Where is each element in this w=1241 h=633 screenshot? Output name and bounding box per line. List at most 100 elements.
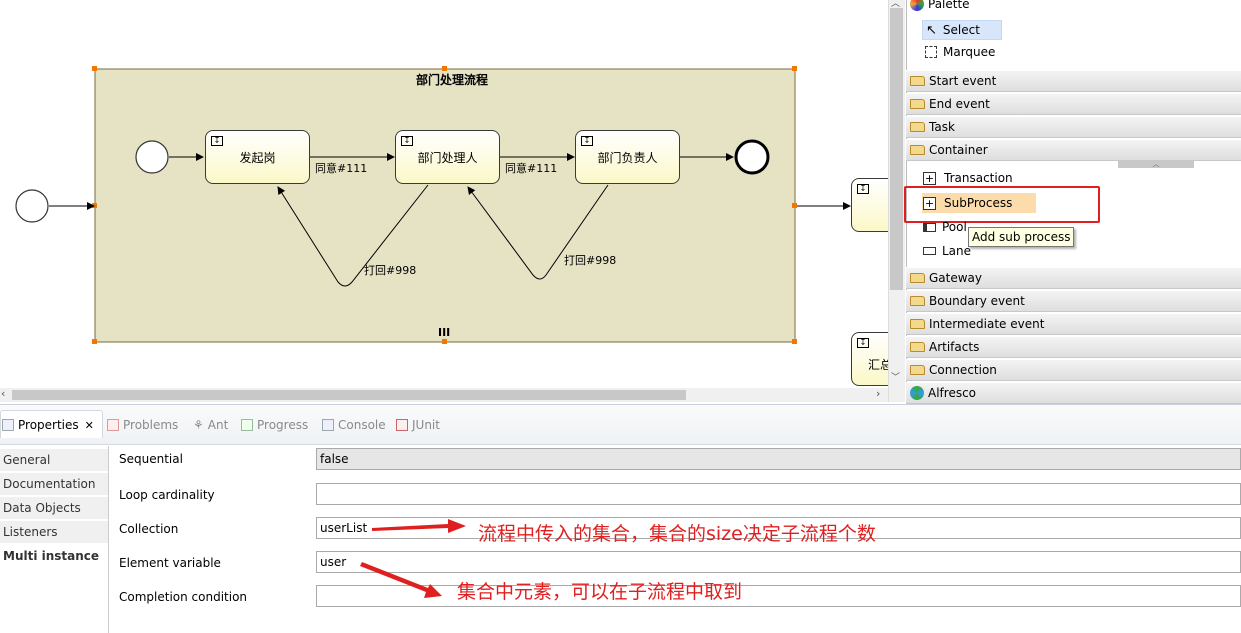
palette-item-transaction[interactable]: + Transaction <box>923 171 1013 185</box>
tool-label: Transaction <box>944 171 1013 185</box>
drawer-intermediate-event[interactable]: Intermediate event <box>906 313 1241 335</box>
ant-icon: ⚘ <box>193 418 204 432</box>
tab-junit[interactable]: JUnit <box>396 418 440 432</box>
drawer-label: Boundary event <box>929 294 1025 308</box>
tab-console[interactable]: Console <box>322 418 386 432</box>
tab-label: Progress <box>257 418 309 432</box>
annotation-collection-note: 流程中传入的集合，集合的size决定子流程个数 <box>478 523 876 545</box>
tab-label: JUnit <box>412 418 440 432</box>
flow-label-reject: 打回#998 <box>564 254 617 267</box>
canvas-horizontal-scroll-thumb[interactable] <box>12 390 686 400</box>
drawer-label: Start event <box>929 74 997 88</box>
task-partial-right-1[interactable]: ↧ <box>851 178 888 232</box>
tool-label: Lane <box>942 244 972 258</box>
sidebar-item-general[interactable]: General <box>0 449 108 472</box>
tool-label: Select <box>942 23 980 37</box>
folder-icon <box>910 365 925 375</box>
task-label: 汇总 <box>868 357 888 372</box>
console-icon <box>322 419 334 431</box>
flow-label-reject: 打回#998 <box>364 264 417 277</box>
drawer-label: Intermediate event <box>929 317 1045 331</box>
view-tab-bar <box>0 405 1241 445</box>
tab-ant[interactable]: ⚘ Ant <box>193 418 228 432</box>
task-dept-handler[interactable]: ↧ 部门处理人 <box>395 130 500 184</box>
drawer-boundary-event[interactable]: Boundary event <box>906 290 1241 312</box>
flow-label-agree: 同意#111 <box>505 162 558 175</box>
folder-icon <box>910 319 925 329</box>
folder-icon <box>910 76 925 86</box>
drawer-artifacts[interactable]: Artifacts <box>906 336 1241 358</box>
multi-instance-icon: ↧ <box>581 136 593 146</box>
multi-instance-icon: ↧ <box>857 338 869 348</box>
drawer-alfresco[interactable]: Alfresco <box>906 382 1241 404</box>
sidebar-item-listeners[interactable]: Listeners <box>0 521 108 544</box>
inner-end-event <box>734 139 770 175</box>
tab-label: Properties <box>18 418 79 432</box>
drawer-label: End event <box>929 97 990 111</box>
loop-cardinality-field[interactable] <box>316 483 1241 505</box>
drawer-start-event[interactable]: Start event <box>906 70 1241 92</box>
task-dept-manager[interactable]: ↧ 部门负责人 <box>575 130 680 184</box>
scroll-right-arrow-icon[interactable]: › <box>876 387 880 400</box>
multi-instance-icon: ↧ <box>857 184 869 194</box>
drawer-task[interactable]: Task <box>906 116 1241 138</box>
tab-label: Problems <box>123 418 179 432</box>
drawer-connection[interactable]: Connection <box>906 359 1241 381</box>
palette-item-pool[interactable]: Pool <box>923 220 967 234</box>
task-initiator[interactable]: ↧ 发起岗 <box>205 130 310 184</box>
sequential-field[interactable]: false <box>316 448 1241 470</box>
task-summary[interactable]: ↧ 汇总 <box>851 332 888 386</box>
sidebar-item-documentation[interactable]: Documentation <box>0 473 108 496</box>
flow-label-agree: 同意#111 <box>315 162 368 175</box>
drawer-label: Task <box>929 120 955 134</box>
junit-icon <box>396 419 408 431</box>
folder-icon <box>910 122 925 132</box>
folder-icon <box>910 342 925 352</box>
folder-icon <box>910 99 925 109</box>
label-element-variable: Element variable <box>119 556 221 570</box>
palette-item-lane[interactable]: Lane <box>923 244 971 258</box>
drawer-label: Artifacts <box>929 340 980 354</box>
task-label: 发起岗 <box>239 150 276 165</box>
problems-icon <box>107 419 119 431</box>
drawer-label: Alfresco <box>928 386 977 400</box>
close-icon[interactable]: ✕ <box>85 419 94 432</box>
properties-icon <box>2 419 14 431</box>
lane-icon <box>923 247 936 255</box>
palette-tool-select[interactable]: ↖ Select <box>922 20 1002 40</box>
drawer-end-event[interactable]: End event <box>906 93 1241 115</box>
subprocess-title: 部门处理流程 <box>416 73 489 87</box>
marquee-icon <box>925 46 937 58</box>
drawer-gateway[interactable]: Gateway <box>906 267 1241 289</box>
palette-tool-marquee[interactable]: Marquee <box>925 45 995 59</box>
scroll-down-arrow-icon[interactable]: ﹀ <box>891 370 900 383</box>
multi-instance-icon: ↧ <box>211 136 223 146</box>
inner-start-event <box>135 140 169 174</box>
sidebar-item-data-objects[interactable]: Data Objects <box>0 497 108 520</box>
arrow-cursor-icon: ↖ <box>926 22 937 38</box>
task-label: 部门负责人 <box>597 150 658 165</box>
folder-icon <box>910 296 925 306</box>
canvas-vertical-scroll-thumb[interactable] <box>890 8 903 290</box>
drawer-scroll-up-icon[interactable]: ︿ <box>1118 161 1194 168</box>
tab-progress[interactable]: Progress <box>241 418 308 432</box>
tool-label: Pool <box>942 220 967 234</box>
palette-title: Palette <box>928 0 970 11</box>
folder-open-icon <box>910 145 925 155</box>
folder-icon <box>910 273 925 283</box>
sidebar-item-multi-instance[interactable]: Multi instance <box>0 545 108 568</box>
transaction-icon: + <box>923 171 936 185</box>
scroll-up-arrow-icon[interactable]: ︿ <box>891 0 900 9</box>
drawer-container[interactable]: Container <box>906 139 1241 161</box>
tool-label: Marquee <box>943 45 996 59</box>
drawer-label: Container <box>929 143 988 157</box>
diagram-canvas[interactable]: 部门处理流程 ↧ 发起岗 ↧ 部门处理人 ↧ 部门负责人 ↧ ↧ 汇总 同意#1… <box>0 0 888 388</box>
drawer-label: Gateway <box>929 271 983 285</box>
drawer-label: Connection <box>929 363 997 377</box>
tooltip: Add sub process <box>968 227 1075 247</box>
scroll-left-arrow-icon[interactable]: ‹ <box>1 387 5 400</box>
tab-label: Console <box>338 418 386 432</box>
subprocess-container <box>94 68 796 343</box>
tab-problems[interactable]: Problems <box>107 418 178 432</box>
tab-properties[interactable]: Properties ✕ <box>2 418 94 432</box>
